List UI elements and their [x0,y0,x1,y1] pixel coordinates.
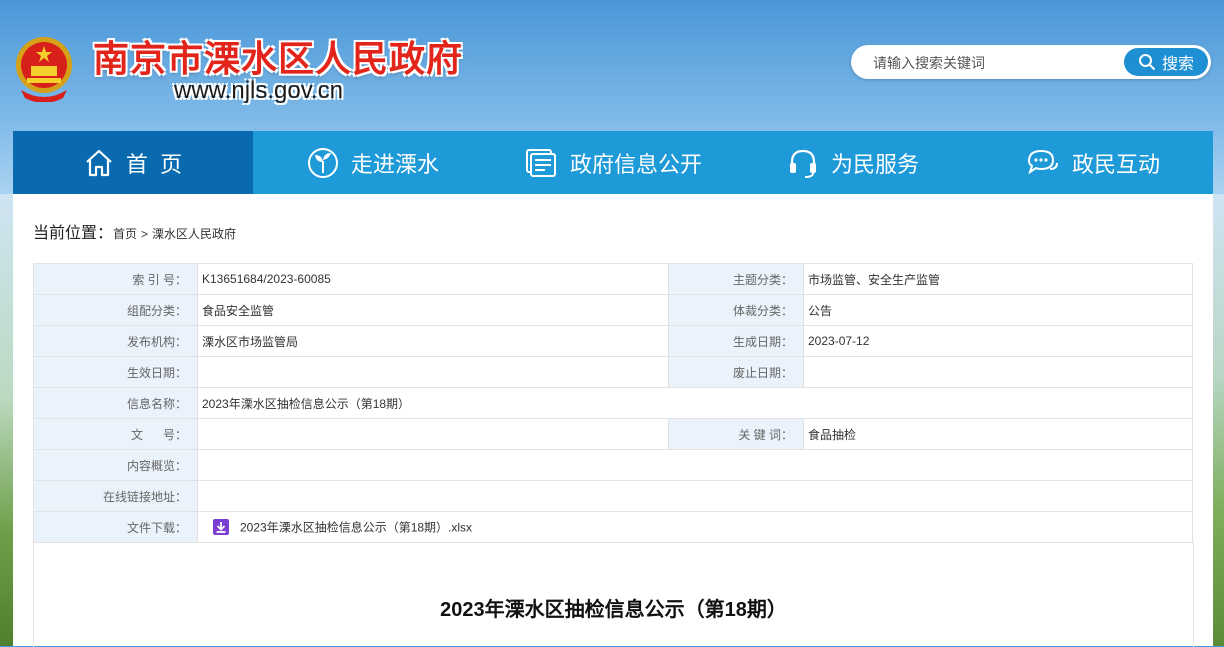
search-bar: 搜索 [851,45,1211,79]
article-title: 2023年溧水区抽检信息公示（第18期） [440,599,787,621]
nav-item-interaction[interactable]: 政民互动 [973,131,1213,194]
nav-item-label: 政民互动 [1071,151,1160,177]
genre-value: 公告 [803,294,1193,326]
table-row: 在线链接地址： [33,480,1193,512]
table-row: 文 号： 关 键 词： 食品抽检 [33,418,1193,450]
effective-date-label: 生效日期： [33,356,198,388]
publisher-value: 溧水区市场监管局 [197,325,669,357]
category-value: 食品安全监管 [197,294,669,326]
genre-label: 体裁分类： [668,294,804,326]
info-metadata-table: 索 引 号： K13651684/2023-60085 主题分类： 市场监管、安… [33,263,1193,543]
online-link-label: 在线链接地址： [33,480,198,512]
download-cell: 2023年溧水区抽检信息公示（第18期）.xlsx [197,511,1193,543]
chat-icon [1027,149,1058,174]
background-strip [1213,194,1224,646]
category-label: 组配分类： [33,294,198,326]
summary-value [197,449,1193,481]
nav-item-label: 走进溧水 [350,151,439,177]
site-url: www.njls.gov.cn [174,77,343,104]
created-date-label: 生成日期： [668,325,804,357]
table-row: 文件下载： 2023年溧水区抽检信息公示（第18期）.xlsx [33,511,1193,543]
nav-item-home[interactable]: 首 页 [13,131,253,194]
table-row: 内容概览： [33,449,1193,481]
nav-item-label: 首 页 [125,151,183,177]
download-icon[interactable] [212,518,230,536]
effective-date-value [197,356,669,388]
table-row: 发布机构： 溧水区市场监管局 生成日期： 2023-07-12 [33,325,1193,357]
site-title[interactable]: 南京市溧水区人民政府 [93,30,463,82]
info-name-value: 2023年溧水区抽检信息公示（第18期） [197,387,1193,419]
nav-item-label: 为民服务 [830,151,919,177]
sprout-icon [307,147,338,178]
summary-label: 内容概览： [33,449,198,481]
background-strip [0,194,13,646]
topic-label: 主题分类： [668,263,804,295]
info-name-label: 信息名称： [33,387,198,419]
download-file-link[interactable]: 2023年溧水区抽检信息公示（第18期）.xlsx [240,521,472,535]
main-nav: 首 页 走进溧水 政府信息公开 为民服务 政民互动 [13,131,1213,194]
table-row: 信息名称： 2023年溧水区抽检信息公示（第18期） [33,387,1193,419]
national-emblem-icon [16,37,72,102]
headset-icon [789,149,816,178]
site-header: 南京市溧水区人民政府 www.njls.gov.cn 搜索 [0,0,1224,130]
index-no-value: K13651684/2023-60085 [197,263,669,295]
breadcrumb-gov-link[interactable]: 溧水区人民政府 [152,225,236,242]
doc-no-value [197,418,669,450]
article-body: 2023年溧水区抽检信息公示（第18期） [33,542,1194,647]
breadcrumb-label: 当前位置： [33,225,114,242]
search-icon [1138,54,1155,70]
search-button[interactable]: 搜索 [1124,48,1208,76]
document-icon [525,148,556,177]
table-row: 生效日期： 废止日期： [33,356,1193,388]
index-no-label: 索 引 号： [33,263,198,295]
created-date-value: 2023-07-12 [803,325,1193,357]
table-row: 组配分类： 食品安全监管 体裁分类： 公告 [33,294,1193,326]
topic-value: 市场监管、安全生产监管 [803,263,1193,295]
expiry-date-value [803,356,1193,388]
nav-item-label: 政府信息公开 [569,151,702,177]
nav-item-about[interactable]: 走进溧水 [253,131,493,194]
main-content: 当前位置： 首页 > 溧水区人民政府 索 引 号： K13651684/2023… [13,194,1213,647]
breadcrumb-separator: > [141,227,149,241]
keywords-label: 关 键 词： [668,418,804,450]
breadcrumb-home-link[interactable]: 首页 [113,225,137,242]
breadcrumb: 当前位置： 首页 > 溧水区人民政府 [33,219,236,243]
nav-item-services[interactable]: 为民服务 [733,131,973,194]
download-label: 文件下载： [33,511,198,543]
nav-item-gov-info[interactable]: 政府信息公开 [493,131,733,194]
search-input[interactable] [871,51,1115,75]
table-row: 索 引 号： K13651684/2023-60085 主题分类： 市场监管、安… [33,263,1193,295]
expiry-date-label: 废止日期： [668,356,804,388]
keywords-value: 食品抽检 [803,418,1193,450]
home-icon [86,149,112,176]
doc-no-label: 文 号： [33,418,198,450]
online-link-value [197,480,1193,512]
publisher-label: 发布机构： [33,325,198,357]
search-button-label: 搜索 [1161,56,1194,73]
